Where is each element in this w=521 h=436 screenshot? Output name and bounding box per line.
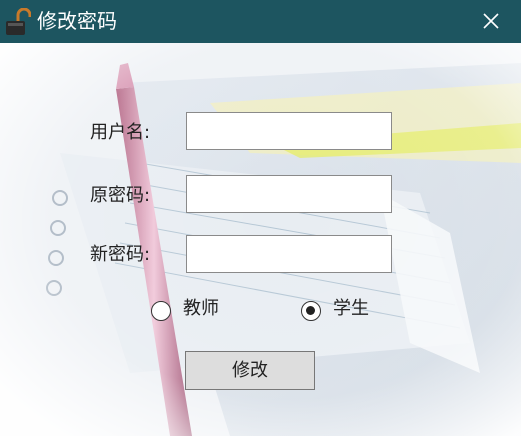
new-password-label: 新密码: [90, 244, 151, 265]
old-password-label: 原密码: [90, 185, 151, 206]
title-bar: 修改密码 [0, 0, 521, 43]
username-label: 用户名: [90, 122, 151, 143]
change-password-window: 修改密码 用户名: 原密码: 新密码: 教师 学生 修改 [0, 0, 521, 436]
student-radio[interactable] [301, 301, 321, 321]
close-button[interactable] [474, 6, 508, 36]
new-password-input[interactable] [186, 235, 392, 273]
student-radio-label[interactable]: 学生 [333, 297, 369, 321]
form-area: 用户名: 原密码: 新密码: 教师 学生 修改 [0, 43, 521, 436]
old-password-input[interactable] [186, 175, 392, 213]
close-icon [483, 13, 499, 29]
teacher-radio[interactable] [151, 301, 171, 321]
username-input[interactable] [186, 112, 392, 150]
unlocked-padlock-icon [5, 7, 32, 36]
modify-button[interactable]: 修改 [185, 351, 315, 390]
teacher-radio-label[interactable]: 教师 [183, 297, 219, 321]
window-title: 修改密码 [37, 9, 117, 33]
